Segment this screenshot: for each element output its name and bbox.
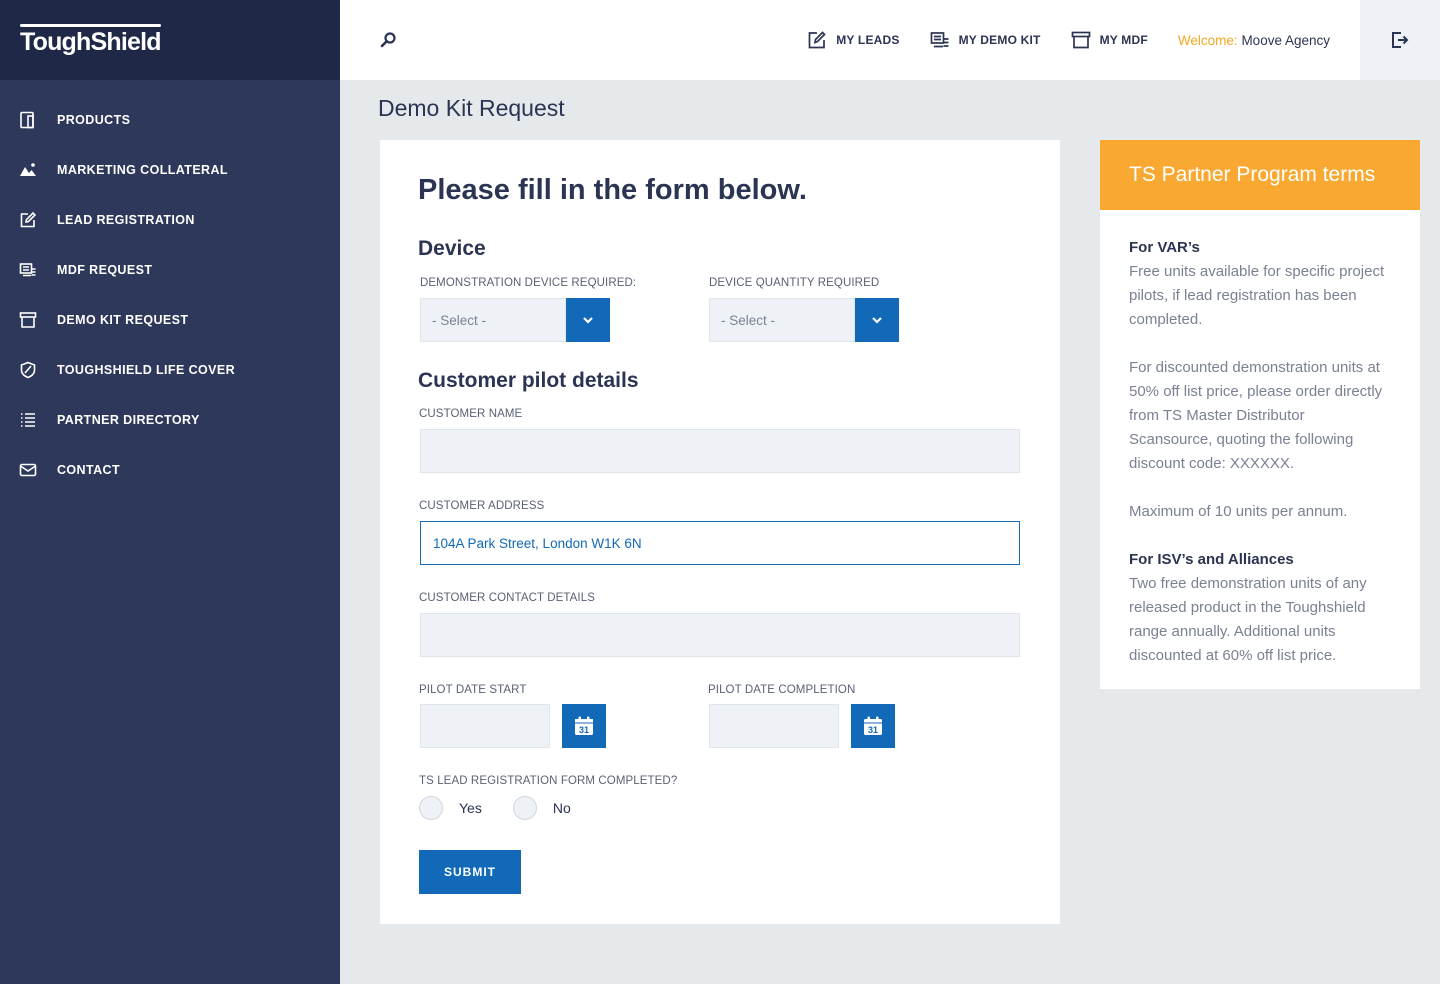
brand-logo[interactable]: ToughShield: [20, 23, 162, 57]
customer-name-label: CUSTOMER NAME: [419, 408, 523, 420]
customer-address-label: CUSTOMER ADDRESS: [419, 500, 545, 512]
calendar-icon: 31: [575, 716, 593, 735]
sidebar-item-contact[interactable]: CONTACT: [0, 445, 340, 495]
pilot-completion-calendar-button[interactable]: 31: [851, 704, 895, 748]
quantity-select-toggle[interactable]: [855, 298, 899, 342]
device-select[interactable]: - Select -: [420, 298, 610, 342]
list-icon: [19, 411, 37, 429]
welcome-prefix: Welcome:: [1177, 32, 1238, 48]
sidebar-item-label: MDF REQUEST: [57, 263, 153, 277]
calendar-day: 31: [579, 725, 589, 735]
isv-heading: For ISV’s and Alliances: [1129, 551, 1294, 568]
customer-contact-label: CUSTOMER CONTACT DETAILS: [419, 592, 595, 604]
quantity-required-label: DEVICE QUANTITY REQUIRED: [709, 277, 880, 289]
radio-no-circle[interactable]: [512, 796, 537, 820]
mail-icon: [19, 461, 37, 479]
device-required-label: DEMONSTRATION DEVICE REQUIRED:: [420, 277, 637, 289]
var-paragraph-2: For discounted demonstration units at 50…: [1129, 359, 1383, 472]
var-paragraph-1: Free units available for specific projec…: [1129, 263, 1385, 328]
topbar: MY LEADS MY DEMO KIT MY MDF Welcome: Moo…: [340, 0, 1440, 80]
radio-yes-label[interactable]: Yes: [459, 800, 482, 816]
lead-registration-radio-group: Yes No: [419, 796, 602, 820]
my-mdf-link[interactable]: MY MDF: [1071, 30, 1148, 50]
page-title: Demo Kit Request: [378, 95, 565, 121]
customer-contact-input[interactable]: [420, 613, 1020, 657]
isv-paragraph-1: Two free demonstration units of any rele…: [1129, 575, 1367, 664]
chevron-down-icon: [583, 317, 593, 324]
sidebar-item-mdf-request[interactable]: MDF REQUEST: [0, 245, 340, 295]
radio-no-label[interactable]: No: [553, 800, 571, 816]
search-icon[interactable]: [378, 30, 398, 50]
sidebar-item-demo-kit-request[interactable]: DEMO KIT REQUEST: [0, 295, 340, 345]
image-icon: [19, 161, 37, 179]
device-section-title: Device: [418, 237, 486, 260]
radio-no[interactable]: No: [512, 796, 571, 820]
terms-title: TS Partner Program terms: [1100, 140, 1420, 210]
customer-section-title: Customer pilot details: [418, 369, 639, 392]
pilot-start-calendar-button[interactable]: 31: [562, 704, 606, 748]
chevron-down-icon: [872, 317, 882, 324]
device-select-toggle[interactable]: [566, 298, 610, 342]
calendar-icon: 31: [864, 716, 882, 735]
sidebar-item-products[interactable]: PRODUCTS: [0, 95, 340, 145]
device-select-value: - Select -: [420, 298, 566, 342]
tablet-icon: [19, 111, 37, 129]
sidebar-item-marketing-collateral[interactable]: MARKETING COLLATERAL: [0, 145, 340, 195]
archive-icon: [19, 311, 37, 329]
my-demo-kit-link[interactable]: MY DEMO KIT: [930, 30, 1041, 50]
sidebar-item-label: LEAD REGISTRATION: [57, 213, 195, 227]
pilot-completion-label: PILOT DATE COMPLETION: [708, 684, 856, 696]
sidebar-item-label: CONTACT: [57, 463, 120, 477]
sidebar-item-toughshield-life-cover[interactable]: TOUGHSHIELD LIFE COVER: [0, 345, 340, 395]
sidebar-item-label: TOUGHSHIELD LIFE COVER: [57, 363, 236, 377]
logout-icon: [1392, 32, 1409, 48]
sidebar-item-label: PRODUCTS: [57, 113, 131, 127]
var-paragraph-3: Maximum of 10 units per annum.: [1129, 503, 1348, 520]
sidebar-item-label: DEMO KIT REQUEST: [57, 313, 189, 327]
sidebar-item-partner-directory[interactable]: PARTNER DIRECTORY: [0, 395, 340, 445]
my-leads-link[interactable]: MY LEADS: [807, 30, 899, 50]
my-demo-kit-label: MY DEMO KIT: [958, 33, 1041, 47]
archive-icon: [1071, 31, 1090, 49]
sidebar-nav: PRODUCTS MARKETING COLLATERAL LEAD REGIS…: [0, 80, 340, 495]
welcome-name[interactable]: Moove Agency: [1241, 33, 1330, 48]
quantity-select-value: - Select -: [709, 298, 855, 342]
edit-icon: [808, 31, 826, 49]
demo-kit-form: Please fill in the form below. Device DE…: [380, 140, 1060, 924]
customer-name-input[interactable]: [420, 429, 1020, 473]
partner-terms-panel: TS Partner Program terms For VAR’s Free …: [1100, 140, 1420, 689]
sidebar: ToughShield PRODUCTS MARKETING COLLATERA…: [0, 0, 340, 984]
shield-icon: [19, 361, 37, 379]
quantity-select[interactable]: - Select -: [709, 298, 899, 342]
submit-button[interactable]: SUBMIT: [419, 850, 521, 894]
calendar-day: 31: [868, 725, 878, 735]
radio-yes-circle[interactable]: [419, 796, 443, 820]
customer-address-input[interactable]: [420, 521, 1020, 565]
pilot-completion-input[interactable]: [709, 704, 839, 748]
radio-yes[interactable]: Yes: [419, 796, 482, 820]
pilot-start-input[interactable]: [420, 704, 550, 748]
sidebar-item-label: PARTNER DIRECTORY: [57, 413, 200, 427]
logo-area[interactable]: ToughShield: [0, 0, 340, 80]
edit-icon: [19, 211, 37, 229]
my-mdf-label: MY MDF: [1099, 33, 1148, 47]
money-icon: [930, 32, 949, 48]
top-nav: MY LEADS MY DEMO KIT MY MDF Welcome: Moo…: [777, 0, 1330, 80]
welcome-text: Welcome: Moove Agency: [1178, 33, 1330, 48]
money-icon: [19, 261, 37, 279]
terms-body: For VAR’s Free units available for speci…: [1100, 210, 1420, 668]
var-heading: For VAR’s: [1129, 239, 1200, 256]
sidebar-item-lead-registration[interactable]: LEAD REGISTRATION: [0, 195, 340, 245]
my-leads-label: MY LEADS: [836, 33, 900, 47]
sidebar-item-label: MARKETING COLLATERAL: [57, 163, 228, 177]
pilot-start-label: PILOT DATE START: [419, 684, 527, 696]
form-heading: Please fill in the form below.: [418, 174, 807, 206]
lead-registration-question: TS LEAD REGISTRATION FORM COMPLETED?: [419, 775, 678, 787]
logout-button[interactable]: [1360, 0, 1440, 80]
